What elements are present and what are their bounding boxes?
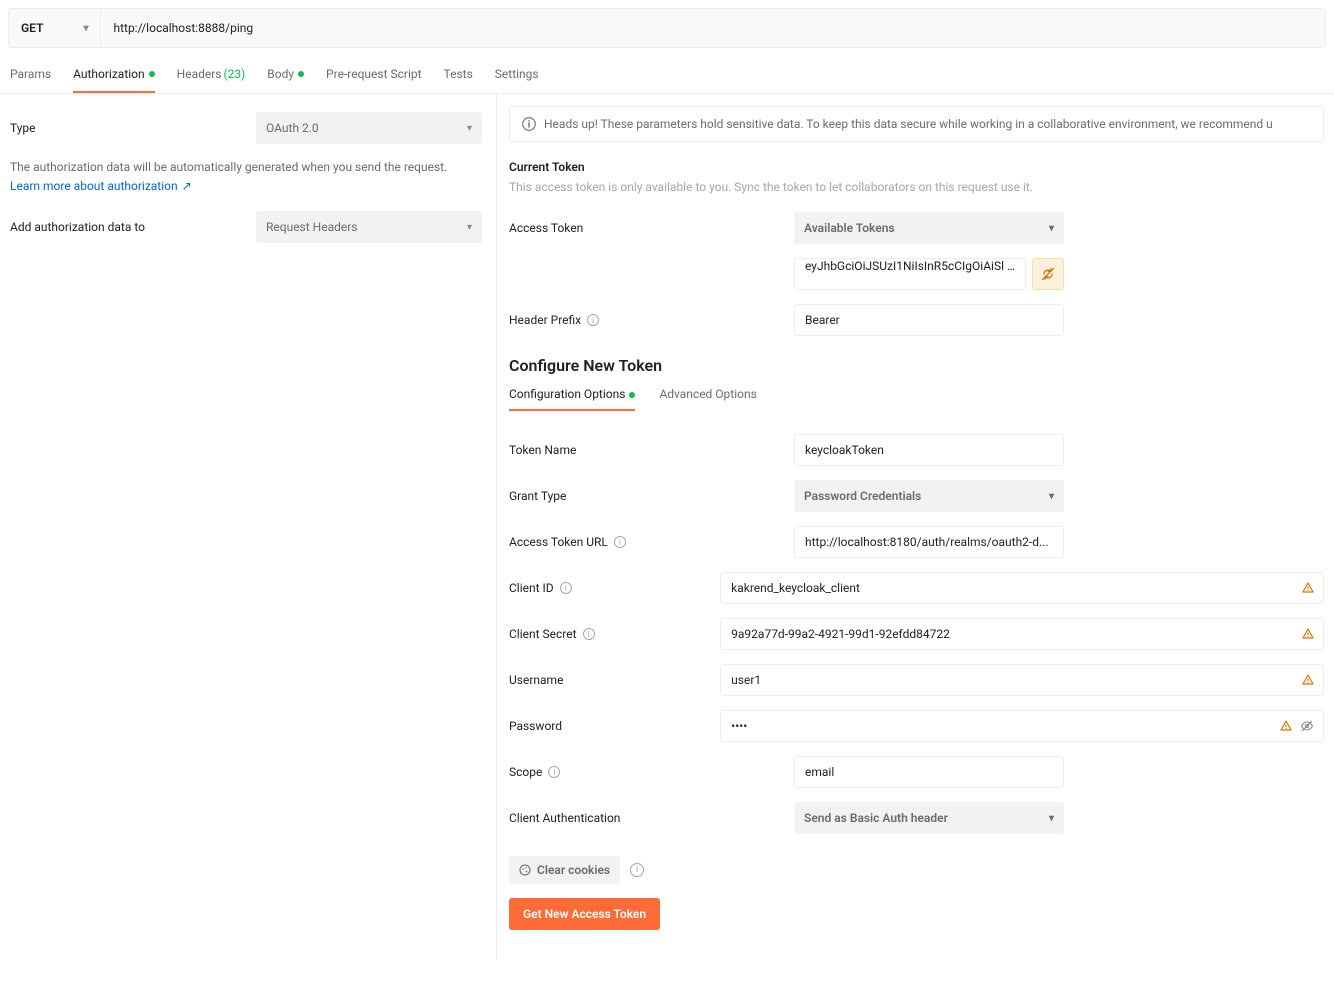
username-label: Username — [509, 673, 720, 687]
http-method-select[interactable]: GET ▾ — [9, 9, 101, 47]
sync-icon — [1041, 267, 1055, 281]
access-token-url-input[interactable] — [794, 526, 1064, 558]
add-auth-data-select[interactable]: Request Headers ▾ — [256, 211, 482, 243]
chevron-down-icon: ▾ — [83, 23, 88, 34]
tab-tests[interactable]: Tests — [444, 56, 473, 93]
info-icon: i — [583, 628, 595, 640]
tab-prerequest[interactable]: Pre-request Script — [326, 56, 421, 93]
current-token-heading: Current Token — [509, 160, 1324, 174]
warning-icon — [1302, 628, 1314, 640]
current-token-sub: This access token is only available to y… — [509, 180, 1324, 194]
warning-icon — [1302, 582, 1314, 594]
token-name-input[interactable] — [794, 434, 1064, 466]
chevron-down-icon: ▾ — [1049, 491, 1054, 502]
client-id-input[interactable] — [720, 572, 1324, 604]
indicator-dot-icon — [149, 71, 155, 77]
tab-params[interactable]: Params — [10, 56, 51, 93]
token-name-label: Token Name — [509, 443, 794, 457]
eye-off-icon[interactable] — [1300, 719, 1314, 733]
tab-configuration-options[interactable]: Configuration Options — [509, 387, 635, 411]
auth-right-panel: Heads up! These parameters hold sensitiv… — [497, 94, 1334, 960]
access-token-value[interactable]: eyJhbGciOiJSUzI1NiIsInR5cCIgOiAiSl ... — [794, 258, 1026, 290]
auth-description: The authorization data will be automatic… — [10, 158, 486, 177]
scope-input[interactable] — [794, 756, 1064, 788]
access-token-label: Access Token — [509, 221, 794, 235]
cookie-icon — [519, 864, 531, 876]
auth-type-select[interactable]: OAuth 2.0 ▾ — [256, 112, 482, 144]
banner-text: Heads up! These parameters hold sensitiv… — [544, 117, 1273, 131]
available-tokens-select[interactable]: Available Tokens ▾ — [794, 212, 1064, 244]
tab-advanced-options[interactable]: Advanced Options — [659, 387, 756, 411]
username-input[interactable] — [720, 664, 1324, 696]
grant-type-select[interactable]: Password Credentials ▾ — [794, 480, 1064, 512]
info-icon — [522, 117, 536, 131]
sensitive-data-banner: Heads up! These parameters hold sensitiv… — [509, 106, 1324, 142]
http-method-label: GET — [21, 21, 43, 35]
info-icon: i — [630, 863, 644, 877]
password-input[interactable] — [720, 710, 1324, 742]
client-auth-select[interactable]: Send as Basic Auth header ▾ — [794, 802, 1064, 834]
warning-icon — [1302, 674, 1314, 686]
get-new-access-token-button[interactable]: Get New Access Token — [509, 898, 660, 930]
client-id-label: Client ID i — [509, 581, 720, 595]
scope-label: Scope i — [509, 765, 794, 779]
access-token-url-label: Access Token URL i — [509, 535, 794, 549]
info-icon: i — [614, 536, 626, 548]
indicator-dot-icon — [629, 392, 635, 398]
learn-more-link[interactable]: Learn more about authorization ↗ — [10, 179, 192, 193]
tab-headers[interactable]: Headers(23) — [177, 56, 246, 93]
auth-left-panel: Type OAuth 2.0 ▾ The authorization data … — [0, 94, 497, 960]
chevron-down-icon: ▾ — [1049, 223, 1054, 234]
info-icon: i — [560, 582, 572, 594]
info-icon: i — [587, 314, 599, 326]
tab-authorization[interactable]: Authorization — [73, 56, 155, 93]
chevron-down-icon: ▾ — [467, 222, 472, 233]
request-url-bar: GET ▾ — [8, 8, 1326, 48]
header-prefix-label: Header Prefix i — [509, 313, 794, 327]
url-input[interactable] — [101, 21, 1325, 35]
external-link-icon: ↗ — [182, 179, 192, 193]
info-icon: i — [548, 766, 560, 778]
add-auth-data-label: Add authorization data to — [10, 220, 256, 234]
password-label: Password — [509, 719, 720, 733]
tab-body[interactable]: Body — [267, 56, 304, 93]
indicator-dot-icon — [298, 71, 304, 77]
configure-tabs: Configuration Options Advanced Options — [509, 387, 1324, 412]
request-tabs: Params Authorization Headers(23) Body Pr… — [0, 56, 1334, 94]
tab-settings[interactable]: Settings — [495, 56, 539, 93]
warning-icon — [1280, 720, 1292, 732]
grant-type-label: Grant Type — [509, 489, 794, 503]
chevron-down-icon: ▾ — [1049, 813, 1054, 824]
header-prefix-input[interactable] — [794, 304, 1064, 336]
type-label: Type — [10, 121, 256, 135]
clear-cookies-button[interactable]: Clear cookies — [509, 856, 620, 884]
chevron-down-icon: ▾ — [467, 123, 472, 134]
sync-token-button[interactable] — [1032, 258, 1064, 290]
client-auth-label: Client Authentication — [509, 811, 794, 825]
client-secret-label: Client Secret i — [509, 627, 720, 641]
configure-new-token-heading: Configure New Token — [509, 356, 1324, 375]
client-secret-input[interactable] — [720, 618, 1324, 650]
